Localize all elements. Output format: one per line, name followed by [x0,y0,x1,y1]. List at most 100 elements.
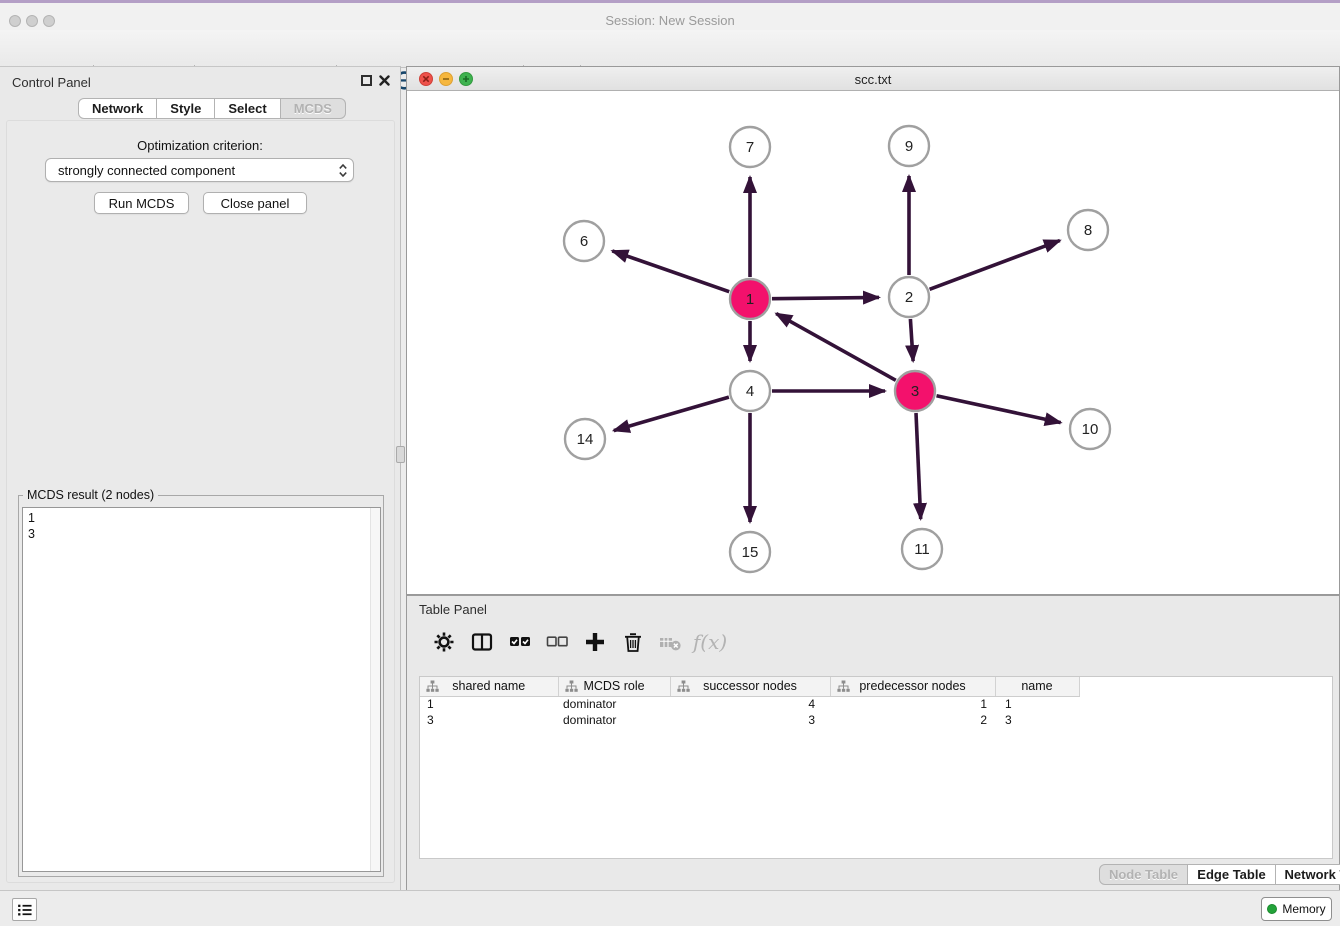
graph-node-2[interactable]: 2 [889,277,929,317]
deselect-all-button[interactable] [542,627,572,657]
add-row-icon [583,630,607,654]
svg-text:15: 15 [742,544,759,561]
cell-shared-name[interactable]: 1 [420,696,558,712]
graph-node-15[interactable]: 15 [730,532,770,572]
run-mcds-button[interactable]: Run MCDS [94,192,189,214]
panel-splitter-handle[interactable] [396,446,405,463]
main-titlebar: Session: New Session [0,3,1340,30]
delete-column-button[interactable] [655,627,685,657]
network-window-title: scc.txt [407,72,1339,87]
mcds-result-group: MCDS result (2 nodes) 13 [18,495,384,877]
cell-MCDS-role[interactable]: dominator [558,696,670,712]
column-header-predecessor-nodes[interactable]: predecessor nodes [830,677,995,696]
svg-text:3: 3 [911,383,919,400]
control-panel-tabs: NetworkStyleSelectMCDS [78,98,346,119]
cell-predecessor-nodes[interactable]: 2 [830,712,995,728]
control-panel-float-icon[interactable] [361,75,372,86]
graph-edge-1-2[interactable] [772,297,879,298]
table-tab-network-table[interactable]: Network Table [1276,864,1340,885]
svg-text:4: 4 [746,383,754,400]
table-settings-button[interactable] [429,627,459,657]
cell-successor-nodes[interactable]: 4 [670,696,830,712]
mcds-result-line: 3 [23,526,380,542]
cell-successor-nodes[interactable]: 3 [670,712,830,728]
memory-status-icon [1267,904,1277,914]
show-columns-icon [470,630,494,654]
graph-node-9[interactable]: 9 [889,126,929,166]
tab-mcds[interactable]: MCDS [281,98,346,119]
memory-label: Memory [1282,902,1325,916]
cell-name[interactable]: 3 [995,712,1079,728]
column-header-MCDS-role[interactable]: MCDS role [558,677,670,696]
table-panel-title: Table Panel [419,602,487,617]
svg-text:6: 6 [580,233,588,250]
table-toolbar: f(x) [419,622,1329,662]
graph-node-6[interactable]: 6 [564,221,604,261]
svg-text:14: 14 [577,431,594,448]
graph-edge-3-11[interactable] [916,413,921,519]
column-header-shared-name[interactable]: shared name [420,677,558,696]
close-panel-button[interactable]: Close panel [203,192,307,214]
network-window-titlebar[interactable]: scc.txt [407,67,1339,91]
table-tabs: Node TableEdge TableNetwork TableMotifs [1099,864,1340,885]
svg-text:10: 10 [1082,421,1099,438]
svg-text:1: 1 [746,291,754,308]
main-toolbar [0,30,1340,68]
graph-node-8[interactable]: 8 [1068,210,1108,250]
delete-row-button[interactable] [618,627,648,657]
table-panel: Table Panel f(x) shared nameMCDS rolesuc… [406,595,1340,890]
function-builder-icon: f(x) [693,630,727,654]
function-builder-button[interactable]: f(x) [695,627,725,657]
node-table[interactable]: shared nameMCDS rolesuccessor nodesprede… [419,676,1333,859]
graph-edge-2-3[interactable] [910,319,913,361]
selected-criterion: strongly connected component [46,163,333,178]
table-row[interactable]: 3dominator323 [420,712,1079,728]
graph-edge-3-10[interactable] [937,396,1061,423]
optimization-criterion-label: Optimization criterion: [0,138,400,153]
table-tab-node-table[interactable]: Node Table [1099,864,1188,885]
graph-node-7[interactable]: 7 [730,127,770,167]
svg-text:9: 9 [905,138,913,155]
graph-edge-4-14[interactable] [614,397,729,431]
tab-style[interactable]: Style [157,98,215,119]
graph-node-14[interactable]: 14 [565,419,605,459]
graph-edge-1-6[interactable] [612,251,729,292]
control-panel-close-icon[interactable] [378,74,391,87]
result-scrollbar[interactable] [370,508,380,871]
show-columns-button[interactable] [467,627,497,657]
cell-MCDS-role[interactable]: dominator [558,712,670,728]
mcds-result-list[interactable]: 13 [22,507,381,872]
column-header-successor-nodes[interactable]: successor nodes [670,677,830,696]
graph-node-10[interactable]: 10 [1070,409,1110,449]
cell-name[interactable]: 1 [995,696,1079,712]
cell-predecessor-nodes[interactable]: 1 [830,696,995,712]
svg-text:11: 11 [914,541,930,558]
optimization-criterion-select[interactable]: strongly connected component [45,158,354,182]
mcds-result-line: 1 [23,510,380,526]
table-row[interactable]: 1dominator411 [420,696,1079,712]
graph-node-11[interactable]: 11 [902,529,942,569]
tab-select[interactable]: Select [215,98,280,119]
application-window: Session: New Session Control Panel Netwo… [0,0,1340,926]
graph-node-3[interactable]: 3 [895,371,935,411]
table-settings-icon [432,630,456,654]
column-header-name[interactable]: name [995,677,1079,696]
graph-node-4[interactable]: 4 [730,371,770,411]
graph-edge-3-1[interactable] [776,314,896,381]
select-all-button[interactable] [505,627,535,657]
add-row-button[interactable] [580,627,610,657]
network-canvas[interactable]: 7 9 6 8 1 2 4 3 14 10 15 11 [407,91,1339,594]
select-stepper-icon [333,163,353,178]
graph-edge-2-8[interactable] [930,241,1060,290]
task-history-button[interactable] [12,898,37,921]
graph-node-1[interactable]: 1 [730,279,770,319]
control-panel-header: Control Panel [0,67,400,97]
tab-network[interactable]: Network [78,98,157,119]
control-panel: Control Panel NetworkStyleSelectMCDS Opt… [0,66,401,890]
cell-shared-name[interactable]: 3 [420,712,558,728]
table-tab-edge-table[interactable]: Edge Table [1188,864,1276,885]
memory-button[interactable]: Memory [1261,897,1332,921]
network-view-window: scc.txt 7 9 6 8 1 2 4 3 14 10 15 11 [406,66,1340,595]
control-panel-title: Control Panel [12,75,91,90]
svg-text:8: 8 [1084,222,1092,239]
